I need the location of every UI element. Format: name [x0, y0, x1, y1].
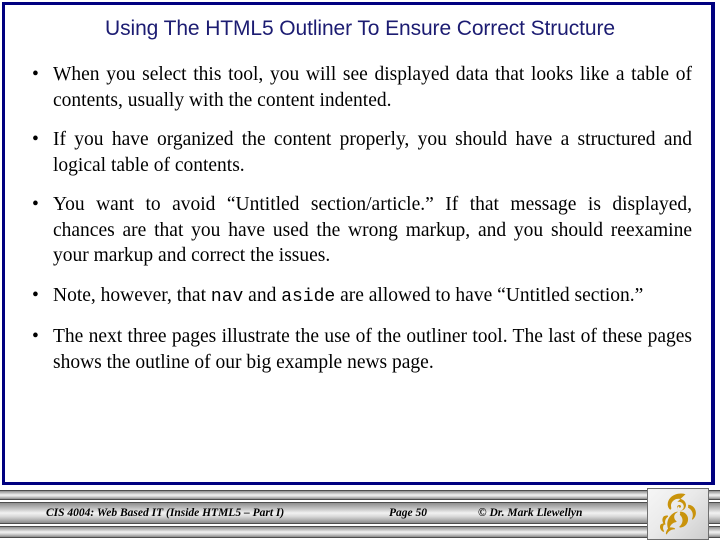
bullet-text: Note, however, that nav and aside are al… [53, 283, 692, 311]
footer-course-label: CIS 4004: Web Based IT (Inside HTML5 – P… [46, 507, 285, 519]
slide: Using The HTML5 Outliner To Ensure Corre… [0, 0, 720, 540]
bullet-text: You want to avoid “Untitled section/arti… [53, 192, 692, 269]
footer-copyright-label: © Dr. Mark Llewellyn [478, 507, 583, 519]
footer-text-row: CIS 4004: Web Based IT (Inside HTML5 – P… [0, 502, 640, 524]
inline-code: aside [281, 286, 336, 307]
bullet-marker-icon: • [32, 326, 39, 347]
text-run: Note, however, that [53, 284, 211, 306]
pegasus-icon [659, 493, 696, 535]
bullet-text: When you select this tool, you will see … [53, 62, 692, 113]
bullet-marker-icon: • [32, 194, 39, 215]
bullet-item: • You want to avoid “Untitled section/art… [28, 192, 692, 269]
text-run: The next three pages illustrate the use … [53, 326, 692, 373]
bullet-item: • When you select this tool, you will see… [28, 62, 692, 113]
ucf-pegasus-logo [647, 488, 709, 540]
bullet-marker-icon: • [32, 284, 39, 306]
text-run: If you have organized the content proper… [53, 129, 692, 176]
bullet-text: If you have organized the content proper… [53, 127, 692, 178]
text-run: You want to avoid “Untitled section/arti… [53, 194, 692, 266]
bullet-item: • If you have organized the content prope… [28, 127, 692, 178]
text-run: and [243, 284, 282, 306]
bullet-marker-icon: • [32, 129, 39, 150]
inline-code: nav [210, 286, 244, 307]
page-title: Using The HTML5 Outliner To Ensure Corre… [105, 17, 615, 40]
footer-bar-bottom [0, 526, 720, 538]
slide-footer: CIS 4004: Web Based IT (Inside HTML5 – P… [0, 488, 720, 540]
bullet-marker-icon: • [32, 64, 39, 85]
bullet-list: • When you select this tool, you will see… [28, 62, 692, 375]
bullet-item: • Note, however, that nav and aside are a… [28, 283, 692, 311]
bullet-item: • The next three pages illustrate the use… [28, 324, 692, 375]
text-run: are allowed to have “Untitled section.” [335, 284, 644, 306]
text-run: When you select this tool, you will see … [53, 64, 692, 111]
bullet-text: The next three pages illustrate the use … [53, 324, 692, 375]
footer-bar-top [0, 490, 720, 500]
footer-page-number: Page 50 [389, 507, 428, 519]
